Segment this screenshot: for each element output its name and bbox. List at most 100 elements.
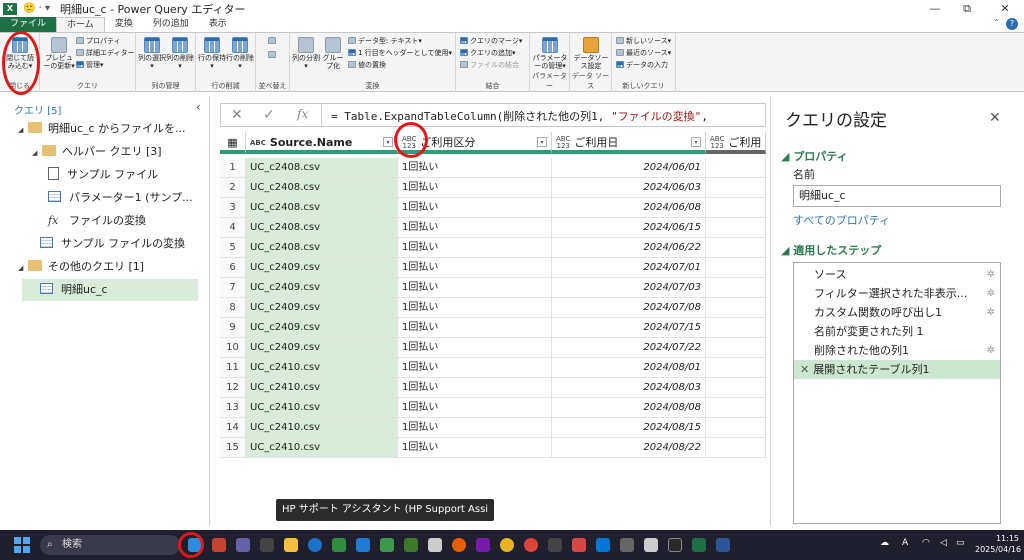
filter-dropdown-icon[interactable]: ▾ (537, 137, 547, 147)
applied-step[interactable]: フィルター選択された非表示... ✲ (794, 284, 1000, 303)
cell-usage-type[interactable]: 1回払い (398, 418, 552, 438)
cell-usage-date[interactable]: 2024/08/22 (552, 438, 706, 458)
cell-usage-date[interactable]: 2024/08/01 (552, 358, 706, 378)
cell-usage-date[interactable]: 2024/07/15 (552, 318, 706, 338)
tab-home[interactable]: ホーム (56, 17, 105, 32)
cell-usage[interactable] (706, 318, 766, 338)
applied-step[interactable]: ソース ✲ (794, 265, 1000, 284)
cell-usage-date[interactable]: 2024/08/08 (552, 398, 706, 418)
group-by-button[interactable]: グループ化 (320, 37, 346, 70)
query-name-field[interactable]: 明細uc_c (793, 185, 1001, 207)
cell-usage-type[interactable]: 1回払い (398, 438, 552, 458)
settings-gear-icon[interactable] (620, 538, 634, 552)
cell-usage-type[interactable]: 1回払い (398, 358, 552, 378)
remove-rows-button[interactable]: 行の削除▾ (226, 37, 254, 70)
applied-steps-header[interactable]: ◢ 適用したステップ (781, 242, 881, 258)
row-number[interactable]: 4 (220, 218, 246, 238)
tab-view[interactable]: 表示 (199, 17, 237, 32)
query-item-sample-file[interactable]: サンプル ファイル (48, 164, 208, 186)
step-settings-gear-icon[interactable]: ✲ (987, 284, 995, 303)
word-icon[interactable] (716, 538, 730, 552)
cell-source-name[interactable]: UC_c2410.csv (246, 438, 398, 458)
row-number[interactable]: 3 (220, 198, 246, 218)
volume-icon[interactable]: ◁ (940, 538, 947, 548)
taskbar-clock[interactable]: 11:15 2025/04/16 (975, 533, 1021, 555)
cell-usage-type[interactable]: 1回払い (398, 378, 552, 398)
file-explorer-icon[interactable] (284, 538, 298, 552)
row-number[interactable]: 12 (220, 378, 246, 398)
formula-input[interactable]: = Table.ExpandTableColumn(削除された他の列1, "ファ… (331, 108, 761, 124)
firefox-icon[interactable] (452, 538, 466, 552)
ime-indicator[interactable]: A (902, 538, 908, 548)
cell-usage[interactable] (706, 358, 766, 378)
cell-usage[interactable] (706, 298, 766, 318)
taskbar-app-icon[interactable] (260, 538, 274, 552)
cell-usage-type[interactable]: 1回払い (398, 218, 552, 238)
wifi-icon[interactable]: ◠ (922, 538, 930, 548)
row-number[interactable]: 10 (220, 338, 246, 358)
column-header-source-name[interactable]: ABC Source.Name ▾ (246, 132, 398, 154)
query-item-parameter[interactable]: パラメーター1 (サンプ... (48, 187, 208, 209)
tab-add-column[interactable]: 列の追加 (143, 17, 199, 32)
row-number[interactable]: 1 (220, 158, 246, 178)
cell-usage-type[interactable]: 1回払い (398, 158, 552, 178)
replace-values-button[interactable]: 値の置換 (348, 61, 386, 70)
applied-step[interactable]: ✕ 展開されたテーブル列1 (794, 360, 1000, 379)
step-settings-gear-icon[interactable]: ✲ (987, 341, 995, 360)
minimize-button[interactable]: — (920, 0, 950, 17)
cell-usage[interactable] (706, 238, 766, 258)
row-number[interactable]: 5 (220, 238, 246, 258)
applied-step[interactable]: 削除された他の列1 ✲ (794, 341, 1000, 360)
cell-usage-type[interactable]: 1回払い (398, 398, 552, 418)
sort-descending-button[interactable] (268, 51, 278, 60)
query-item-transform-sample[interactable]: サンプル ファイルの変換 (40, 233, 208, 255)
filter-dropdown-icon[interactable]: ▾ (691, 137, 701, 147)
teams-icon[interactable] (236, 538, 250, 552)
cell-source-name[interactable]: UC_c2410.csv (246, 418, 398, 438)
cell-source-name[interactable]: UC_c2410.csv (246, 398, 398, 418)
cell-source-name[interactable]: UC_c2408.csv (246, 158, 398, 178)
close-window-button[interactable]: ✕ (990, 0, 1020, 17)
taskbar-app-icon[interactable] (572, 538, 586, 552)
cell-usage-date[interactable]: 2024/08/15 (552, 418, 706, 438)
manage-button[interactable]: 管理▾ (76, 61, 104, 70)
cell-usage-type[interactable]: 1回払い (398, 258, 552, 278)
cell-source-name[interactable]: UC_c2410.csv (246, 358, 398, 378)
help-icon[interactable]: ? (1006, 18, 1018, 30)
row-number[interactable]: 6 (220, 258, 246, 278)
taskbar-app-icon[interactable] (356, 538, 370, 552)
row-number[interactable]: 9 (220, 318, 246, 338)
cell-usage-date[interactable]: 2024/07/08 (552, 298, 706, 318)
cell-usage[interactable] (706, 218, 766, 238)
row-number[interactable]: 15 (220, 438, 246, 458)
battery-icon[interactable]: ▭ (956, 538, 965, 548)
taskbar-search[interactable]: ⌕ 検索 (40, 535, 180, 555)
cell-source-name[interactable]: UC_c2410.csv (246, 378, 398, 398)
queries-header[interactable]: クエリ [5] (14, 102, 61, 117)
row-number[interactable]: 11 (220, 358, 246, 378)
cell-usage-type[interactable]: 1回払い (398, 198, 552, 218)
cell-usage-date[interactable]: 2024/06/22 (552, 238, 706, 258)
edge-icon[interactable] (308, 538, 322, 552)
applied-step[interactable]: 名前が変更された列 1 (794, 322, 1000, 341)
cell-usage-date[interactable]: 2024/06/03 (552, 178, 706, 198)
cloud-icon[interactable]: ☁ (880, 538, 889, 548)
data-source-settings-button[interactable]: データソース設定 (573, 37, 609, 70)
taskbar-app-icon[interactable] (380, 538, 394, 552)
applied-step[interactable]: カスタム関数の呼び出し1 ✲ (794, 303, 1000, 322)
cell-usage-date[interactable]: 2024/06/15 (552, 218, 706, 238)
choose-columns-button[interactable]: 列の選択▾ (138, 37, 166, 70)
commit-formula-icon[interactable]: ✓ (263, 107, 275, 123)
cell-usage-type[interactable]: 1回払い (398, 298, 552, 318)
cell-source-name[interactable]: UC_c2409.csv (246, 318, 398, 338)
taskbar-app-icon[interactable] (212, 538, 226, 552)
cell-usage-type[interactable]: 1回払い (398, 178, 552, 198)
cell-source-name[interactable]: UC_c2408.csv (246, 178, 398, 198)
step-settings-gear-icon[interactable]: ✲ (987, 265, 995, 284)
cell-usage[interactable] (706, 418, 766, 438)
split-column-button[interactable]: 列の分割▾ (292, 37, 320, 70)
query-item-meisai[interactable]: 明細uc_c (22, 279, 198, 301)
cell-usage-date[interactable]: 2024/07/03 (552, 278, 706, 298)
keep-rows-button[interactable]: 行の保持▾ (198, 37, 226, 70)
cell-source-name[interactable]: UC_c2409.csv (246, 298, 398, 318)
